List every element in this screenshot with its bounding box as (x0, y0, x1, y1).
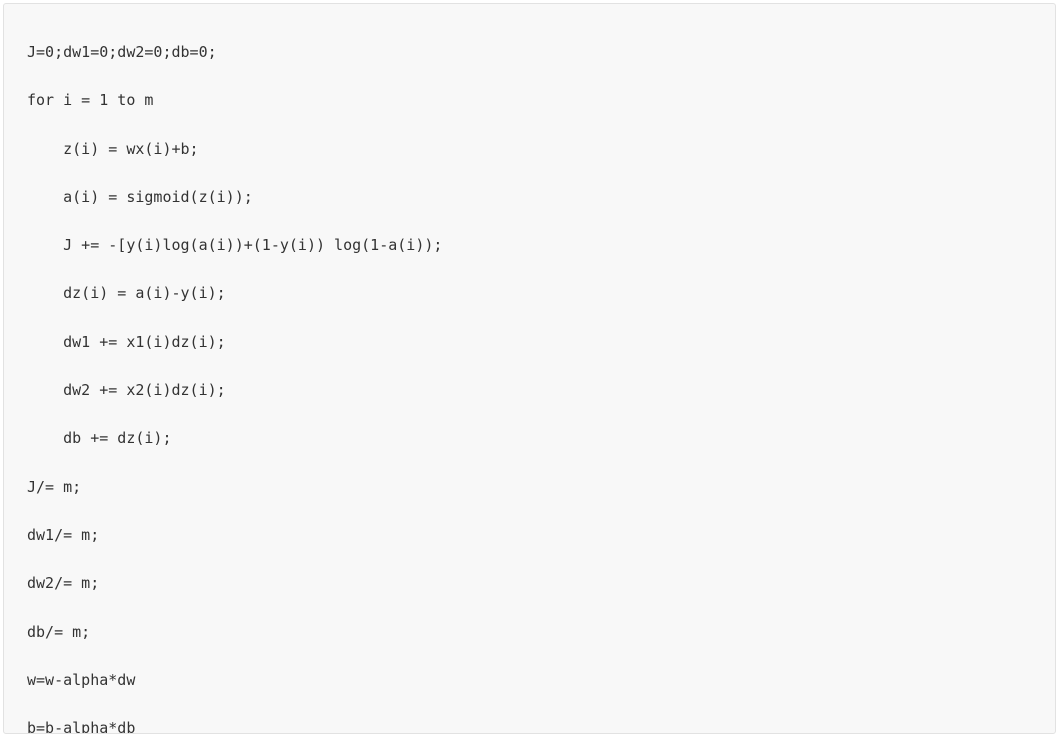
code-line-init: J=0;dw1=0;dw2=0;db=0; (27, 43, 217, 61)
code-line-b-update: b=b-alpha*db (27, 719, 136, 734)
code-block: J=0;dw1=0;dw2=0;db=0; for i = 1 to m z(i… (3, 3, 1056, 734)
code-line-w-update: w=w-alpha*dw (27, 670, 136, 689)
code-line-a: a(i) = sigmoid(z(i)); (27, 187, 253, 206)
code-line-j-avg: J/= m; (27, 477, 82, 496)
code-line-db-avg: db/= m; (27, 622, 91, 641)
code-line-dw2-avg: dw2/= m; (27, 574, 100, 593)
code-line-cost: J += -[y(i)log(a(i))+(1-y(i)) log(1-a(i)… (27, 236, 443, 255)
code-line-db: db += dz(i); (27, 429, 172, 448)
code-line-for-loop: for i = 1 to m (27, 91, 154, 110)
code-line-dw1: dw1 += x1(i)dz(i); (27, 332, 226, 351)
code-line-dw2: dw2 += x2(i)dz(i); (27, 381, 226, 400)
code-line-dz: dz(i) = a(i)-y(i); (27, 284, 226, 303)
code-line-dw1-avg: dw1/= m; (27, 525, 100, 544)
code-lines: J=0;dw1=0;dw2=0;db=0; for i = 1 to m z(i… (27, 41, 443, 734)
code-line-z: z(i) = wx(i)+b; (27, 139, 199, 158)
